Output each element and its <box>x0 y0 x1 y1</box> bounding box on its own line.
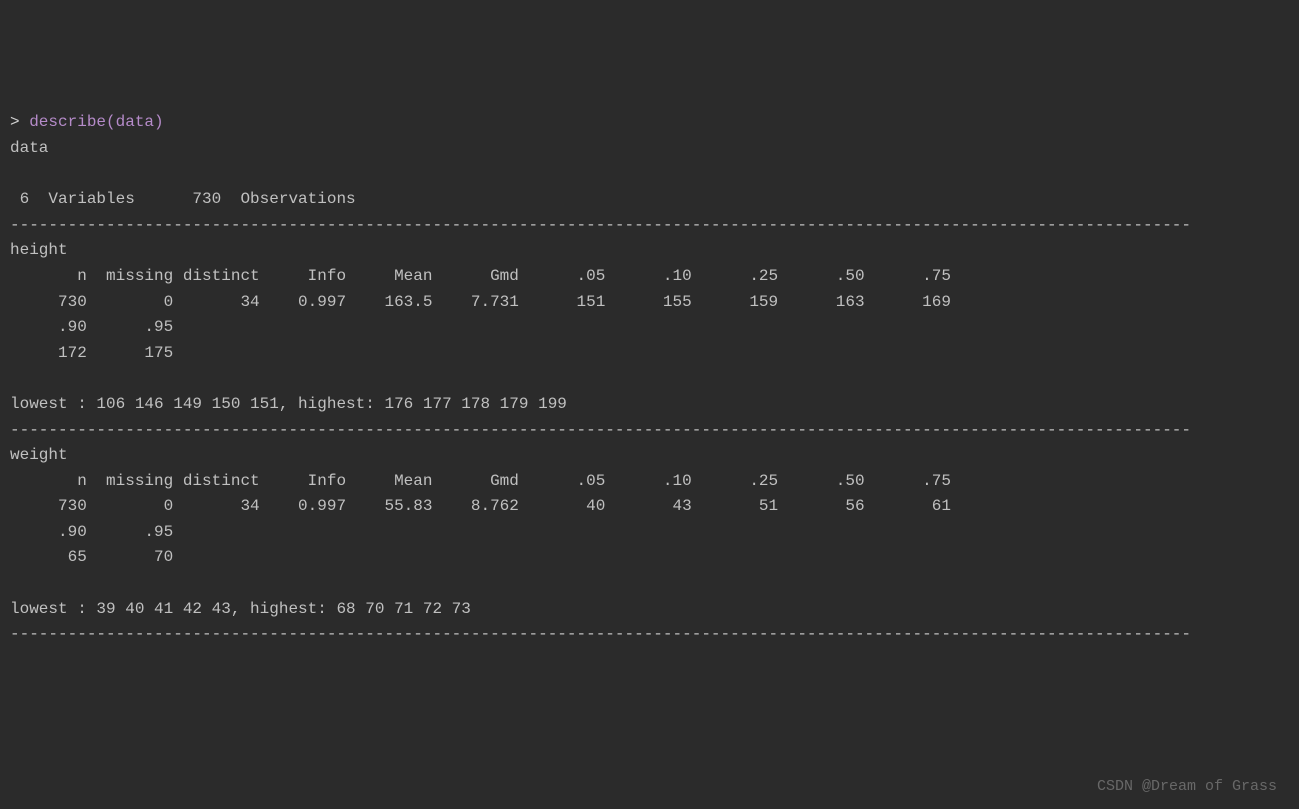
var-0-extremes: lowest : 106 146 149 150 151, highest: 1… <box>10 395 567 413</box>
var-1-extremes: lowest : 39 40 41 42 43, highest: 68 70 … <box>10 600 471 618</box>
var-0-values-2: 172 175 <box>10 344 173 362</box>
console-prompt: > <box>10 113 29 131</box>
var-1-headers-2: .90 .95 <box>10 523 173 541</box>
var-name-1: weight <box>10 446 68 464</box>
var-0-values-1: 730 0 34 0.997 163.5 7.731 151 155 159 1… <box>10 293 951 311</box>
divider-3: ----------------------------------------… <box>10 625 1191 643</box>
var-1-values-2: 65 70 <box>10 548 173 566</box>
var-name-0: height <box>10 241 68 259</box>
var-0-headers-1: n missing distinct Info Mean Gmd .05 .10… <box>10 267 951 285</box>
output-title: data <box>10 139 48 157</box>
var-1-headers-1: n missing distinct Info Mean Gmd .05 .10… <box>10 472 951 490</box>
divider-1: ----------------------------------------… <box>10 216 1191 234</box>
var-1-values-1: 730 0 34 0.997 55.83 8.762 40 43 51 56 6… <box>10 497 951 515</box>
output-summary: 6 Variables 730 Observations <box>10 190 356 208</box>
divider-2: ----------------------------------------… <box>10 421 1191 439</box>
r-command: describe(data) <box>29 113 163 131</box>
var-0-headers-2: .90 .95 <box>10 318 173 336</box>
watermark: CSDN @Dream of Grass <box>1097 775 1277 799</box>
